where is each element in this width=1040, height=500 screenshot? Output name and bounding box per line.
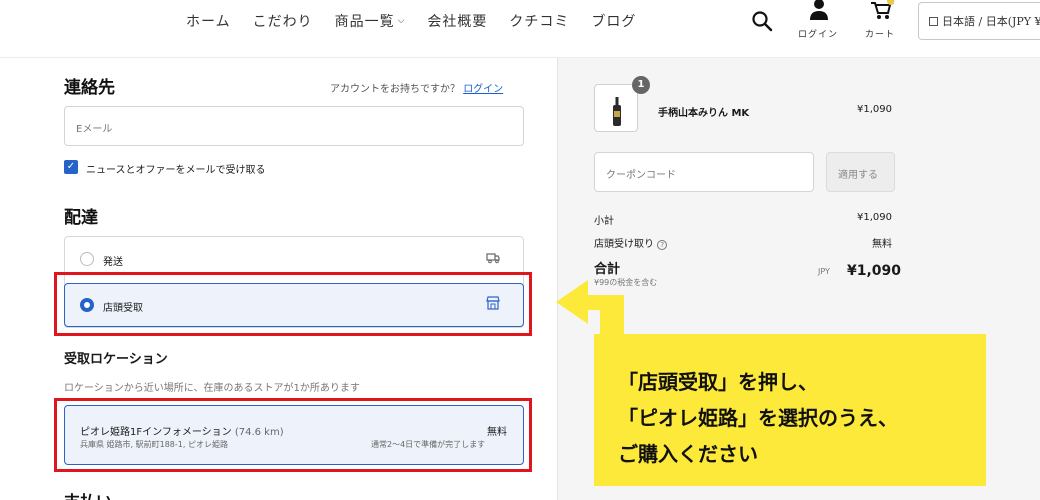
email-input[interactable]: Eメール xyxy=(64,106,524,146)
nav-company[interactable]: 会社概要 xyxy=(427,11,487,31)
item-name: 手柄山本みりん MK xyxy=(658,108,750,119)
truck-icon xyxy=(486,253,500,264)
coupon-input[interactable]: クーポンコード xyxy=(594,152,814,192)
newsletter-label: ニュースとオファーをメールで受け取る xyxy=(86,165,266,176)
item-price: ¥1,090 xyxy=(857,104,892,115)
highlight-frame-pickup xyxy=(54,272,532,336)
product-thumbnail xyxy=(594,84,638,132)
login-link[interactable]: ログイン xyxy=(463,84,503,95)
pickup-fee-label: 店頭受け取り ? xyxy=(594,235,668,250)
ship-label[interactable]: 発送 xyxy=(103,253,123,268)
language-label: 日本語 / 日本(JPY ¥) xyxy=(942,15,1040,28)
coupon-placeholder: クーポンコード xyxy=(606,170,676,181)
highlight-frame-location xyxy=(54,398,532,472)
checkbox-icon xyxy=(929,17,938,26)
total-label: 合計 xyxy=(594,262,621,277)
nav-blog[interactable]: ブログ xyxy=(591,11,636,31)
nav-products[interactable]: 商品一覧 ⌵ xyxy=(335,11,406,31)
instruction-callout: 「店頭受取」を押し、 「ピオレ姫路」を選択のうえ、 ご購入ください xyxy=(594,334,986,486)
pickup-fee-value: 無料 xyxy=(872,239,892,250)
main-nav: ホーム こだわり 商品一覧 ⌵ 会社概要 クチコミ ブログ xyxy=(186,11,636,31)
email-placeholder: Eメール xyxy=(76,124,113,135)
bottle-icon xyxy=(613,97,621,126)
pickup-fee-text: 店頭受け取り xyxy=(594,239,654,250)
callout-line-1: 「店頭受取」を押し、 xyxy=(618,370,818,394)
site-header: ホーム こだわり 商品一覧 ⌵ 会社概要 クチコミ ブログ ログイン カート 日本… xyxy=(0,0,1040,58)
currency-code: JPY xyxy=(818,267,830,276)
nav-home[interactable]: ホーム xyxy=(186,11,231,31)
total-value: ¥1,090 xyxy=(847,263,902,279)
account-prompt: アカウントをお持ちですか？ ログイン xyxy=(330,80,503,95)
subtotal-label: 小計 xyxy=(594,216,614,227)
pickup-location-title: 受取ロケーション xyxy=(64,352,168,367)
radio-ship[interactable] xyxy=(80,252,94,266)
login-label[interactable]: ログイン xyxy=(798,27,838,40)
callout-line-3: ご購入ください xyxy=(618,442,758,466)
payment-title: 支払い xyxy=(64,488,112,500)
nav-kodawari[interactable]: こだわり xyxy=(253,11,313,31)
cart-icon[interactable] xyxy=(868,0,894,22)
nav-products-label: 商品一覧 xyxy=(334,14,395,30)
search-icon[interactable] xyxy=(751,10,773,32)
chevron-down-icon: ⌵ xyxy=(397,16,406,26)
user-icon[interactable] xyxy=(808,0,830,22)
account-prompt-text: アカウントをお持ちですか？ xyxy=(330,84,460,95)
callout-line-2: 「ピオレ姫路」を選択のうえ、 xyxy=(618,406,898,430)
delivery-title: 配達 xyxy=(64,208,98,228)
contact-title: 連絡先 xyxy=(64,78,115,98)
pickup-location-note: ロケーションから近い場所に、在庫のあるストアが1か所あります xyxy=(64,383,360,394)
cart-label[interactable]: カート xyxy=(865,27,895,40)
info-icon[interactable]: ? xyxy=(657,240,668,250)
apply-coupon-button[interactable]: 適用する xyxy=(826,152,895,192)
item-quantity-badge: 1 xyxy=(632,76,650,94)
nav-reviews[interactable]: クチコミ xyxy=(509,11,569,31)
newsletter-checkbox[interactable]: ✓ xyxy=(64,160,78,174)
subtotal-value: ¥1,090 xyxy=(857,212,892,223)
apply-label: 適用する xyxy=(838,170,878,181)
language-selector[interactable]: 日本語 / 日本(JPY ¥) xyxy=(918,2,1040,40)
